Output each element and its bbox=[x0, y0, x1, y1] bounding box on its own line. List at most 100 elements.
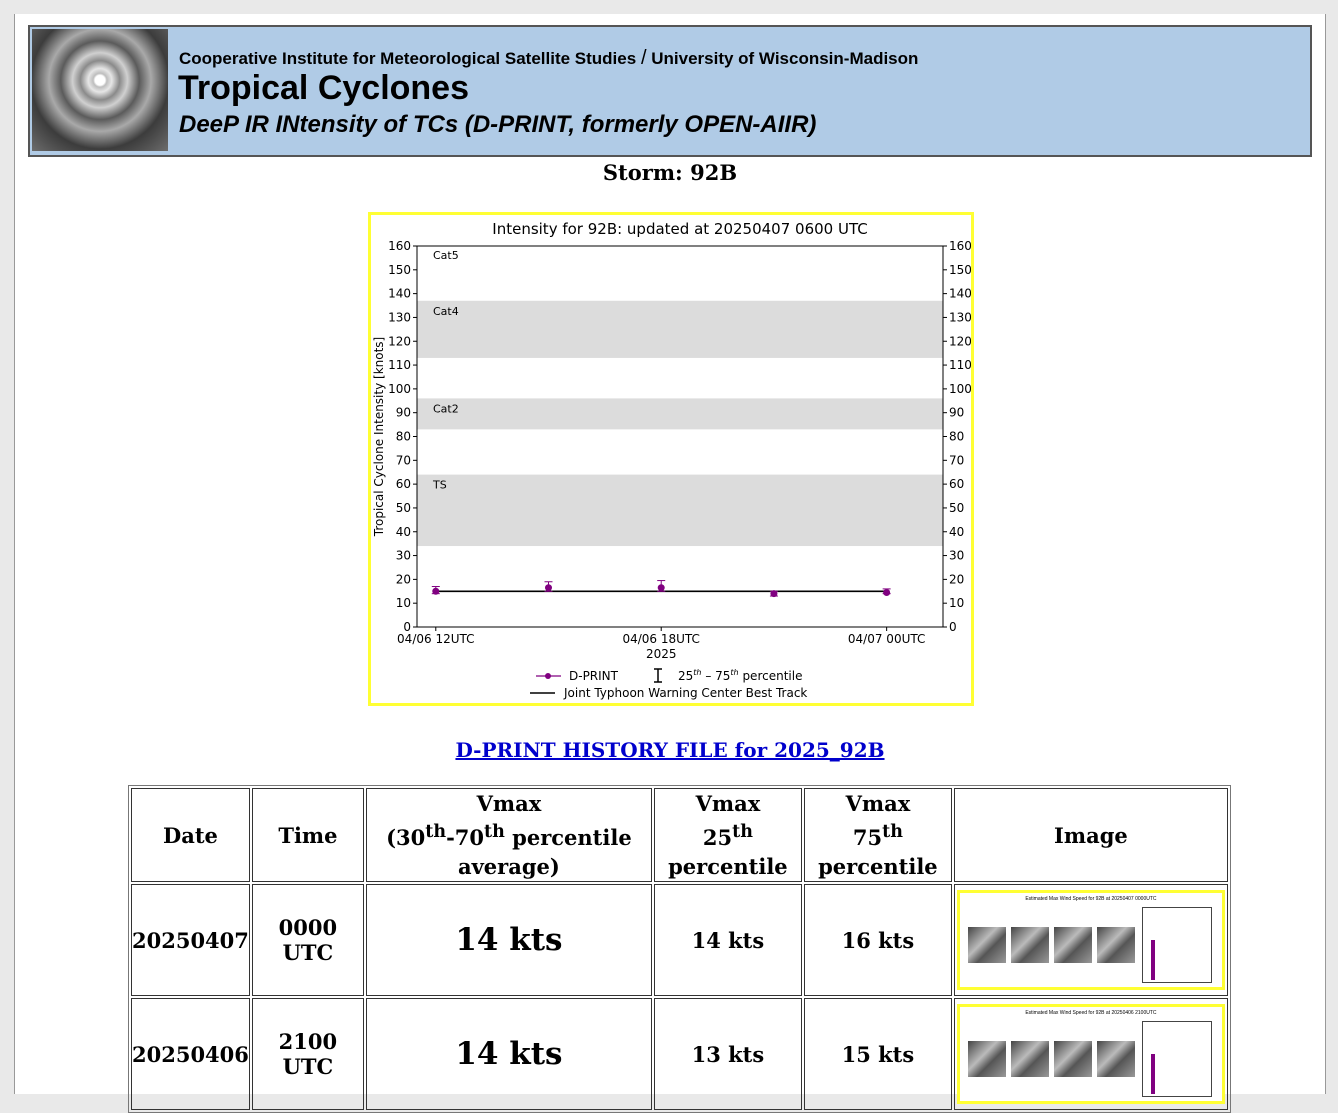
institute-name: Cooperative Institute for Meteorological… bbox=[179, 49, 637, 68]
university-name: University of Wisconsin-Madison bbox=[651, 49, 919, 68]
thumbnail-satellite-panel bbox=[1053, 1041, 1092, 1077]
avg-label-b: -70 bbox=[446, 825, 485, 850]
p25-label-a: 25 bbox=[702, 825, 733, 850]
dprint-point bbox=[657, 584, 665, 592]
y-tick-label: 50 bbox=[396, 501, 411, 515]
thumbnail-title: Estimated Max Wind Speed for 92B at 2025… bbox=[1025, 896, 1157, 902]
col-vmax-avg: Vmax (30th-70th percentile average) bbox=[365, 788, 652, 882]
y-axis-label: Tropical Cyclone Intensity [knots] bbox=[372, 337, 386, 537]
y-tick-label: 150 bbox=[388, 263, 411, 277]
category-label: Cat2 bbox=[433, 402, 459, 415]
page-title: Tropical Cyclones bbox=[178, 69, 469, 107]
p25-label-sup: th bbox=[732, 822, 753, 842]
legend-dprint-marker bbox=[545, 673, 551, 679]
history-file-link[interactable]: D-PRINT HISTORY FILE for 2025_92B bbox=[15, 738, 1325, 762]
affiliation-separator: / bbox=[640, 47, 647, 69]
row-vmax-p75: 15 kts bbox=[803, 998, 952, 1110]
y-tick-label: 70 bbox=[396, 453, 411, 467]
thumbnail-image[interactable]: Estimated Max Wind Speed for 92B at 2025… bbox=[956, 890, 1225, 990]
row-vmax-p75: 16 kts bbox=[803, 884, 952, 996]
row-image-cell: Estimated Max Wind Speed for 92B at 2025… bbox=[953, 998, 1228, 1110]
category-band bbox=[417, 474, 943, 547]
y-tick-label-right: 10 bbox=[949, 596, 964, 610]
avg-label-sup2: th bbox=[484, 822, 505, 842]
dprint-point bbox=[545, 584, 552, 592]
row-vmax-avg: 14 kts bbox=[365, 884, 652, 996]
col-image: Image bbox=[953, 788, 1228, 882]
x-axis-label: 2025 bbox=[646, 647, 677, 661]
thumbnail-histogram-bar bbox=[1150, 940, 1155, 980]
vmax-label: Vmax bbox=[695, 791, 761, 816]
storm-label: Storm: 92B bbox=[602, 160, 738, 185]
y-tick-label: 110 bbox=[388, 358, 411, 372]
y-tick-label: 30 bbox=[396, 549, 411, 563]
thumbnail-histogram-bar bbox=[1150, 1054, 1155, 1094]
y-tick-label-right: 160 bbox=[949, 239, 971, 253]
y-tick-label: 10 bbox=[396, 596, 411, 610]
y-tick-label-right: 70 bbox=[949, 453, 964, 467]
header-banner: Cooperative Institute for Meteorological… bbox=[28, 25, 1312, 157]
y-tick-label-right: 150 bbox=[949, 263, 971, 277]
dprint-point bbox=[883, 588, 891, 596]
row-time: 2100 UTC bbox=[251, 998, 364, 1110]
p25-label-b: percentile bbox=[668, 854, 788, 879]
p75-label-b: percentile bbox=[818, 854, 938, 879]
col-vmax-p25: Vmax 25th percentile bbox=[653, 788, 802, 882]
legend-percentile-label: 25th – 75th percentile bbox=[678, 668, 802, 683]
vmax-label: Vmax bbox=[476, 791, 542, 816]
y-tick-label-right: 40 bbox=[949, 525, 964, 539]
row-time: 0000 UTC bbox=[251, 884, 364, 996]
y-tick-label: 90 bbox=[396, 406, 411, 420]
thumbnail-satellite-panel bbox=[1096, 927, 1135, 963]
x-tick-label: 04/06 12UTC bbox=[397, 632, 474, 646]
chart-title: Intensity for 92B: updated at 20250407 0… bbox=[492, 220, 867, 238]
row-date: 20250406 bbox=[131, 998, 250, 1110]
header-affiliation: Cooperative Institute for Meteorological… bbox=[179, 47, 918, 70]
avg-label-sup1: th bbox=[425, 822, 447, 842]
thumbnail-satellite-panel bbox=[967, 927, 1006, 963]
thumbnail-satellite-panel bbox=[1010, 927, 1049, 963]
y-tick-label-right: 140 bbox=[949, 287, 971, 301]
table-row: 20250406 2100 UTC 14 kts 13 kts 15 kts E… bbox=[131, 998, 1228, 1110]
dprint-point bbox=[770, 590, 778, 598]
y-tick-label: 60 bbox=[396, 477, 411, 491]
page-content: Cooperative Institute for Meteorological… bbox=[14, 14, 1326, 1113]
x-tick-label: 04/07 00UTC bbox=[848, 632, 925, 646]
y-tick-label-right: 20 bbox=[949, 572, 964, 586]
table-header-row: Date Time Vmax (30th-70th percentile ave… bbox=[131, 788, 1228, 882]
category-band bbox=[417, 300, 943, 358]
y-tick-label-right: 60 bbox=[949, 477, 964, 491]
y-tick-label: 80 bbox=[396, 430, 411, 444]
thumbnail-satellite-panel bbox=[1053, 927, 1092, 963]
p75-label-sup: th bbox=[882, 822, 903, 842]
col-date: Date bbox=[131, 788, 250, 882]
y-tick-label: 100 bbox=[388, 382, 411, 396]
avg-label-a: (30 bbox=[386, 825, 426, 850]
history-table: Date Time Vmax (30th-70th percentile ave… bbox=[128, 785, 1231, 1113]
p75-label-a: 75 bbox=[852, 825, 883, 850]
category-label: TS bbox=[432, 479, 447, 492]
row-image-cell: Estimated Max Wind Speed for 92B at 2025… bbox=[953, 884, 1228, 996]
y-tick-label-right: 110 bbox=[949, 358, 971, 372]
row-vmax-p25: 14 kts bbox=[653, 884, 802, 996]
y-tick-label-right: 30 bbox=[949, 549, 964, 563]
y-tick-label-right: 120 bbox=[949, 334, 971, 348]
y-tick-label-right: 100 bbox=[949, 382, 971, 396]
vmax-label: Vmax bbox=[845, 791, 911, 816]
x-tick-label: 04/06 18UTC bbox=[622, 632, 699, 646]
legend-jtwc-label: Joint Typhoon Warning Center Best Track bbox=[563, 686, 807, 700]
row-vmax-p25: 13 kts bbox=[653, 998, 802, 1110]
y-tick-label-right: 0 bbox=[949, 620, 957, 634]
row-vmax-avg: 14 kts bbox=[365, 998, 652, 1110]
y-tick-label: 140 bbox=[388, 287, 411, 301]
col-time: Time bbox=[251, 788, 364, 882]
row-date: 20250407 bbox=[131, 884, 250, 996]
category-label: Cat5 bbox=[433, 249, 459, 262]
category-band bbox=[417, 398, 943, 430]
thumbnail-satellite-panel bbox=[967, 1041, 1006, 1077]
y-tick-label: 120 bbox=[388, 334, 411, 348]
legend-dprint-label: D-PRINT bbox=[569, 669, 619, 683]
thumbnail-image[interactable]: Estimated Max Wind Speed for 92B at 2025… bbox=[956, 1004, 1225, 1104]
thumbnail-satellite-panel bbox=[1010, 1041, 1049, 1077]
y-tick-label-right: 130 bbox=[949, 310, 971, 324]
